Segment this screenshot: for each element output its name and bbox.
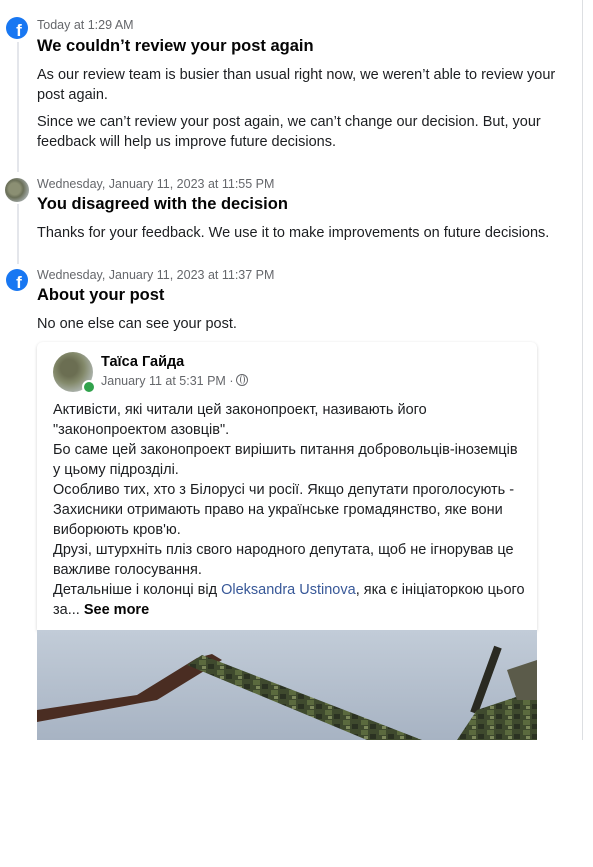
post-line-prefix: Детальніше і колонці від [53,582,222,598]
mention-link[interactable]: Oleksandra Ustinova [221,582,356,598]
post-date: January 11 at 5:31 PM · [101,374,249,388]
post-line: Друзі, штурхніть пліз свого народного де… [53,542,514,578]
post-image-graphic [37,630,537,740]
user-avatar [5,178,29,202]
post-line-last: Детальніше і колонці від Oleksandra Usti… [53,580,525,620]
post-author-name[interactable]: Таїса Гайда [101,354,184,370]
timeline-connector [17,42,19,172]
entry-timestamp: Wednesday, January 11, 2023 at 11:37 PM [37,268,275,282]
post-line: Активісти, які читали цей законопроект, … [53,402,427,438]
post-body: Активісти, які читали цей законопроект, … [53,400,525,620]
entry-title: We couldn’t review your post again [37,37,314,55]
see-more-link[interactable]: See more [84,602,149,618]
embedded-post-card: Таїса Гайда January 11 at 5:31 PM · Акти… [37,342,537,630]
entry-paragraph: No one else can see your post. [37,316,237,332]
facebook-icon: f [6,269,28,291]
entry-timestamp: Wednesday, January 11, 2023 at 11:55 PM [37,177,275,191]
entry-paragraph: Thanks for your feedback. We use it to m… [37,225,550,241]
facebook-icon: f [6,17,28,39]
post-line: Бо саме цей законопроект вирішить питанн… [53,442,518,478]
entry-paragraph: As our review team is busier than usual … [37,67,556,103]
panel-right-border [582,0,583,740]
post-image[interactable] [37,630,537,740]
entry-title: About your post [37,286,165,304]
entry-timestamp: Today at 1:29 AM [37,18,134,32]
entry-title: You disagreed with the decision [37,195,288,213]
globe-icon [236,374,249,386]
post-date-text[interactable]: January 11 at 5:31 PM · [101,374,233,388]
entry-paragraph: Since we can’t review your post again, w… [37,114,541,150]
online-status-icon [82,380,96,394]
timeline-connector [17,204,19,264]
post-line: Особливо тих, хто з Білорусі чи росії. Я… [53,482,515,538]
